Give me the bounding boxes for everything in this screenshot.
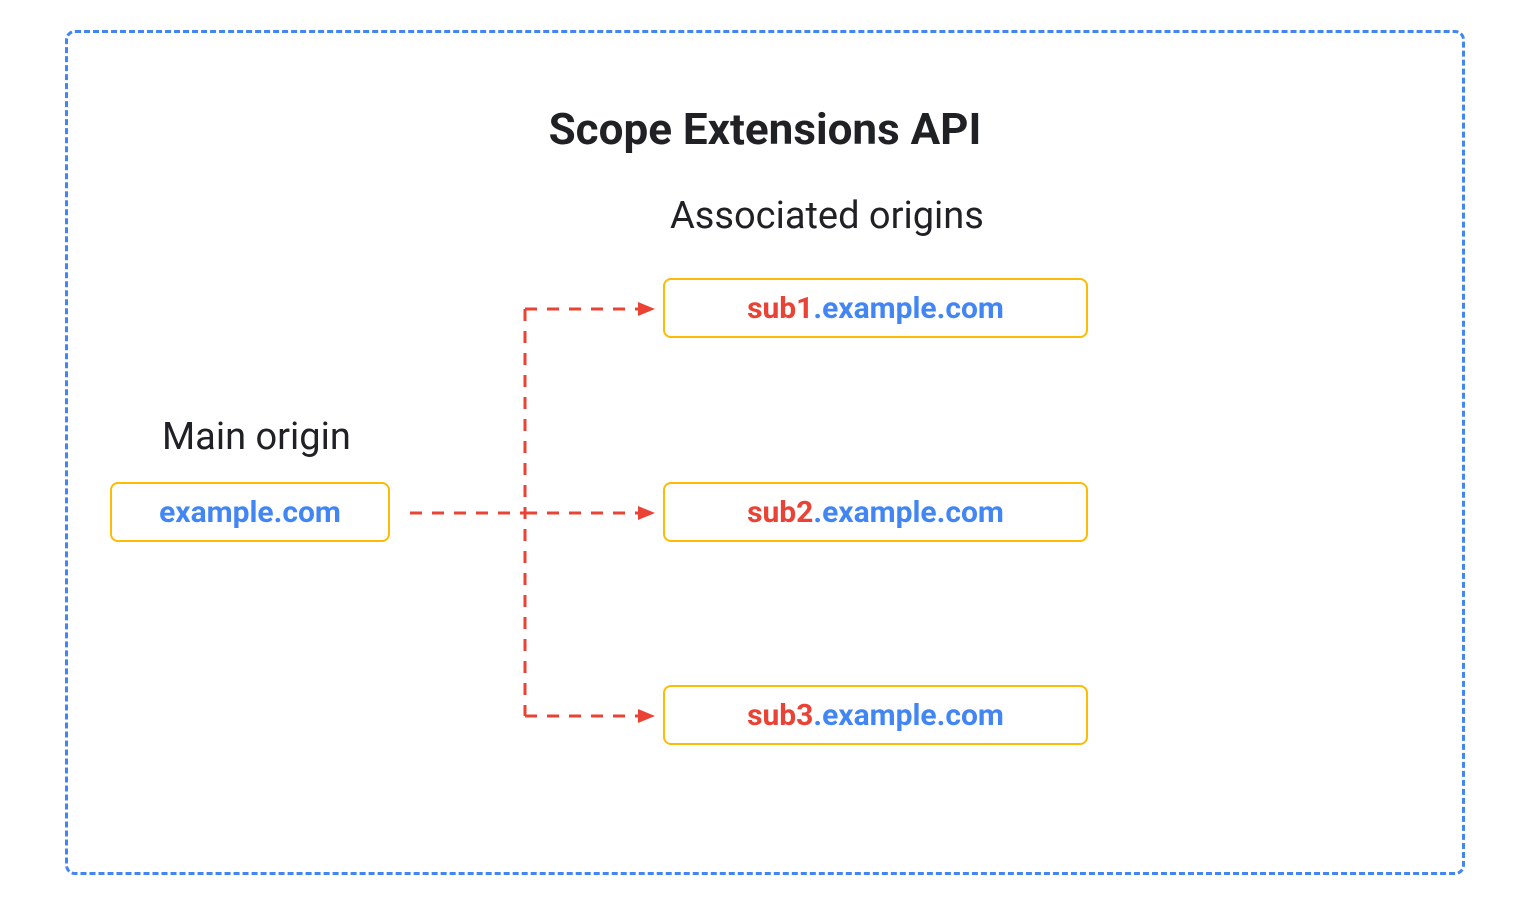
associated-origin-domain-1: .example.com — [813, 291, 1003, 326]
associated-origins-label: Associated origins — [670, 194, 984, 238]
associated-origin-sub-3: sub3 — [747, 698, 813, 733]
associated-origin-domain-2: .example.com — [813, 495, 1003, 530]
associated-origin-sub-1: sub1 — [747, 291, 813, 326]
associated-origin-sub-2: sub2 — [747, 495, 813, 530]
main-origin-domain: example.com — [159, 495, 341, 530]
main-origin-label: Main origin — [162, 415, 351, 459]
associated-origin-box-2: sub2.example.com — [663, 482, 1088, 542]
diagram-title: Scope Extensions API — [549, 103, 982, 155]
associated-origin-box-3: sub3.example.com — [663, 685, 1088, 745]
main-origin-box: example.com — [110, 482, 390, 542]
associated-origin-domain-3: .example.com — [813, 698, 1003, 733]
associated-origin-box-1: sub1.example.com — [663, 278, 1088, 338]
